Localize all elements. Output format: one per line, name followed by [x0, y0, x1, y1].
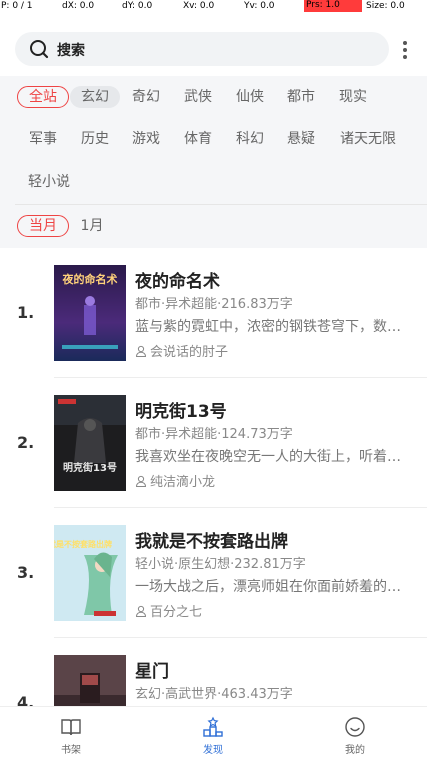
search-row: 搜索 — [0, 32, 427, 68]
book-author: 会说话的肘子 — [135, 341, 228, 360]
debug-pointer: P: 0 / 1 — [1, 1, 33, 11]
category-chip[interactable]: 玄幻 — [70, 86, 120, 108]
search-icon — [30, 40, 49, 59]
search-label: 搜索 — [57, 43, 85, 59]
ranking-list-item[interactable]: 3. 我就是不按套路出牌 我就是不按套路出牌 轻小说·原生幻想·232.81万字… — [0, 508, 427, 638]
tab-profile[interactable]: 我的 — [325, 707, 385, 761]
debug-pressure: Prs: 1.0 — [304, 0, 362, 12]
book-title: 明克街13号 — [135, 402, 227, 422]
category-chip[interactable]: 都市 — [281, 86, 321, 108]
book-cover: 夜的命名术 — [54, 265, 126, 361]
category-chip[interactable]: 科幻 — [230, 128, 270, 150]
ranking-list-item[interactable]: 2. 明克街13号 明克街13号 都市·异术超能·124.73万字 我喜欢坐在夜… — [0, 378, 427, 508]
category-chip[interactable]: 奇幻 — [126, 86, 166, 108]
debug-dy: dY: 0.0 — [122, 1, 153, 11]
category-chip[interactable]: 全站 — [17, 86, 69, 108]
cover-title: 明克街13号 — [63, 461, 117, 474]
cover-title: 我就是不按套路出牌 — [54, 539, 112, 549]
category-chip[interactable]: 军事 — [23, 128, 63, 150]
category-filter: 全站 玄幻 奇幻 武侠 仙侠 都市 现实 军事 历史 游戏 体育 科幻 悬疑 诸… — [0, 76, 427, 248]
book-meta: 轻小说·原生幻想·232.81万字 — [135, 557, 306, 572]
author-icon — [135, 475, 147, 487]
book-description: 一场大战之后，漂亮师姐在你面前娇羞的说道。 — [135, 579, 405, 595]
rank-number: 1. — [17, 303, 35, 322]
period-chip[interactable]: 当月 — [17, 215, 69, 237]
debug-size: Size: 0.0 — [366, 1, 405, 11]
cover-title: 夜的命名术 — [62, 272, 118, 286]
book-author: 纯洁滴小龙 — [135, 471, 215, 490]
more-vertical-icon[interactable] — [401, 40, 409, 60]
book-open-icon — [61, 719, 81, 736]
author-icon — [135, 605, 147, 617]
search-bar[interactable]: 搜索 — [15, 32, 389, 66]
tab-label: 我的 — [345, 745, 365, 756]
book-cover — [54, 655, 126, 706]
tab-label: 书架 — [61, 745, 81, 756]
category-chip[interactable]: 历史 — [75, 128, 115, 150]
category-chip[interactable]: 轻小说 — [23, 171, 75, 193]
book-cover: 明克街13号 — [54, 395, 126, 491]
ranking-list-item[interactable]: 4. 星门 玄幻·高武世界·463.43万字 — [0, 638, 427, 706]
book-title: 我就是不按套路出牌 — [135, 532, 288, 552]
author-name: 纯洁滴小龙 — [150, 475, 216, 490]
author-icon — [135, 345, 147, 357]
debug-overlay: P: 0 / 1 dX: 0.0 dY: 0.0 Xv: 0.0 Yv: 0.0… — [0, 0, 427, 13]
author-name: 会说话的肘子 — [150, 345, 229, 360]
rank-number: 3. — [17, 563, 35, 582]
category-chip[interactable]: 诸天无限 — [336, 128, 400, 150]
category-chip[interactable]: 游戏 — [126, 128, 166, 150]
author-name: 百分之七 — [150, 605, 203, 620]
period-chip[interactable]: 1月 — [74, 215, 110, 237]
podium-icon — [203, 716, 223, 737]
book-meta: 都市·异术超能·124.73万字 — [135, 427, 293, 442]
book-meta: 都市·异术超能·216.83万字 — [135, 297, 293, 312]
debug-dx: dX: 0.0 — [62, 1, 95, 11]
ranking-list-item[interactable]: 1. 夜的命名术 夜的命名术 都市·异术超能·216.83万字 蓝与紫的霓虹中，… — [0, 248, 427, 378]
book-description: 我喜欢坐在夜晚空无一人的大街上，听着周围的声音。 — [135, 449, 405, 465]
debug-xv: Xv: 0.0 — [183, 1, 215, 11]
filter-divider — [15, 204, 427, 205]
rank-number: 2. — [17, 433, 35, 452]
category-chip[interactable]: 武侠 — [178, 86, 218, 108]
bottom-tab-bar: 书架 发现 我的 — [0, 706, 427, 760]
debug-yv: Yv: 0.0 — [244, 1, 275, 11]
book-author: 百分之七 — [135, 601, 202, 620]
book-description: 蓝与紫的霓虹中，浓密的钢铁苍穹下，数据洪流的前端，是科技革命之后的世界，也是现实… — [135, 319, 405, 335]
tab-label: 发现 — [203, 745, 223, 756]
tab-bookshelf[interactable]: 书架 — [41, 707, 101, 761]
category-chip[interactable]: 悬疑 — [281, 128, 321, 150]
rank-number: 4. — [17, 693, 35, 706]
book-title: 星门 — [135, 662, 169, 682]
category-chip[interactable]: 体育 — [178, 128, 218, 150]
book-cover: 我就是不按套路出牌 — [54, 525, 126, 621]
book-meta: 玄幻·高武世界·463.43万字 — [135, 687, 293, 702]
book-title: 夜的命名术 — [135, 272, 220, 292]
category-chip[interactable]: 仙侠 — [230, 86, 270, 108]
smiley-icon — [345, 717, 365, 737]
category-chip[interactable]: 现实 — [333, 86, 373, 108]
tab-discover[interactable]: 发现 — [183, 707, 243, 761]
